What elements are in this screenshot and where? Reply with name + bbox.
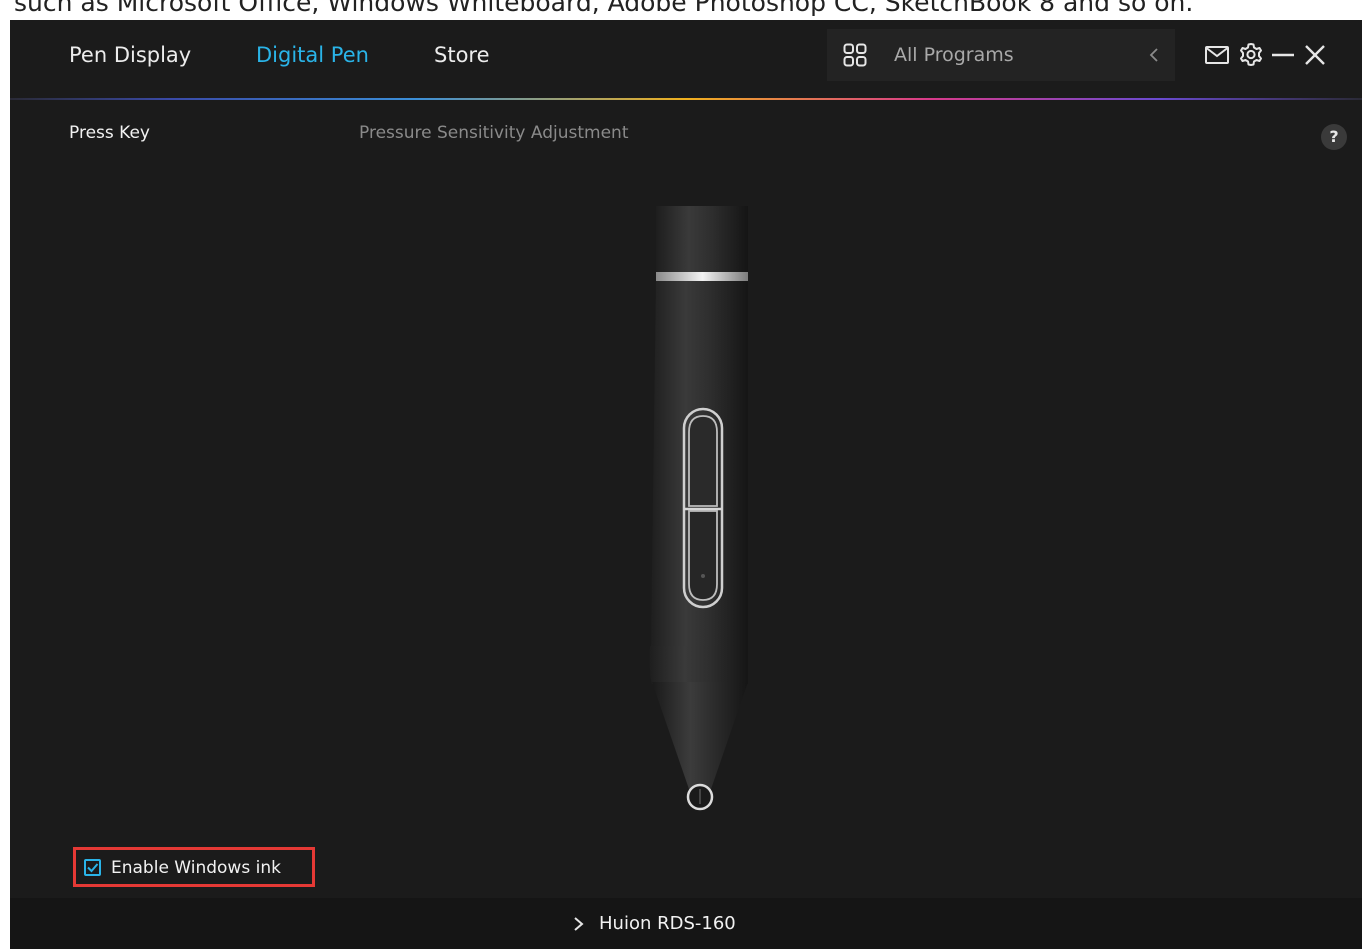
top-caption-text: such as Microsoft Office, Windows Whiteb…: [14, 0, 1194, 17]
gear-icon[interactable]: [1238, 42, 1264, 68]
checkbox-checked-icon[interactable]: [84, 859, 101, 876]
grid-icon: [843, 43, 867, 67]
device-selector-bar[interactable]: Huion RDS-160: [10, 898, 1362, 949]
subtab-pressure-sensitivity[interactable]: Pressure Sensitivity Adjustment: [359, 121, 629, 145]
digital-pen-image: [649, 206, 748, 811]
close-icon[interactable]: [1302, 42, 1328, 68]
help-icon[interactable]: ?: [1321, 124, 1347, 150]
mail-icon[interactable]: [1204, 42, 1230, 68]
device-name: Huion RDS-160: [599, 913, 736, 934]
program-selector[interactable]: All Programs: [827, 29, 1175, 81]
minimize-icon[interactable]: [1270, 42, 1296, 68]
tab-digital-pen[interactable]: Digital Pen: [256, 40, 369, 70]
enable-windows-ink-label: Enable Windows ink: [111, 858, 281, 878]
program-selector-label: All Programs: [894, 44, 1014, 66]
chevron-left-icon[interactable]: [1143, 43, 1167, 67]
app-window: Pen Display Digital Pen Store All Progra…: [10, 20, 1362, 949]
enable-windows-ink-checkbox[interactable]: Enable Windows ink: [73, 847, 315, 887]
chevron-right-icon: [574, 917, 584, 931]
subtab-press-key[interactable]: Press Key: [69, 121, 150, 145]
header-divider: [10, 98, 1362, 100]
header-bar: Pen Display Digital Pen Store All Progra…: [10, 20, 1362, 98]
tab-store[interactable]: Store: [434, 40, 490, 70]
tab-pen-display[interactable]: Pen Display: [69, 40, 191, 70]
